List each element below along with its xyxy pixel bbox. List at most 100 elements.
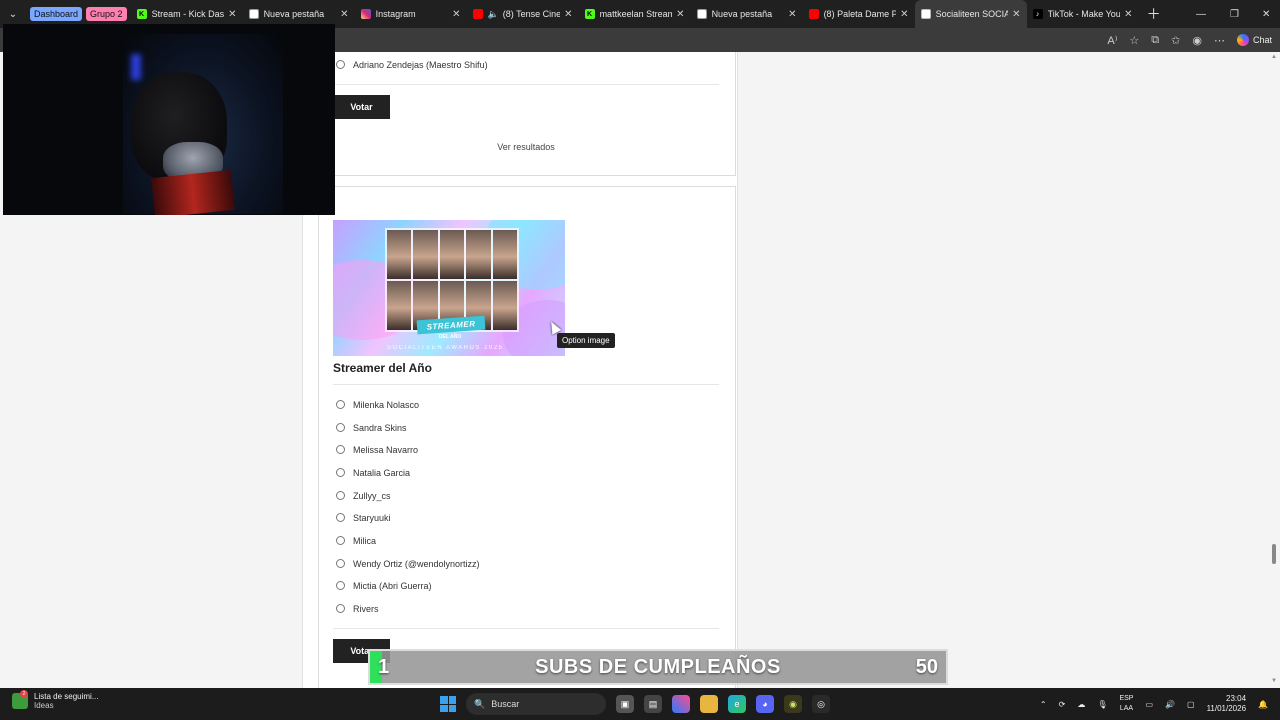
new-tab-plus-icon[interactable]: ＋ (1147, 4, 1161, 24)
scroll-up-icon[interactable]: ▲ (1271, 54, 1277, 60)
tab-instagram[interactable]: Instagram ✕ (355, 0, 467, 28)
window-close-icon[interactable]: ✕ (1262, 0, 1270, 28)
speaker-icon[interactable]: 🔈 (488, 9, 499, 20)
taskbar-search[interactable]: 🔍 Buscar (466, 693, 606, 715)
vote-button[interactable]: Votar (333, 95, 390, 119)
close-icon[interactable]: ✕ (340, 9, 348, 20)
nvidia-icon[interactable]: ◉ (784, 695, 802, 713)
option-label: Zullyy_cs (353, 491, 391, 501)
webcam-light (131, 54, 141, 80)
read-aloud-icon[interactable]: A⁾ (1107, 34, 1117, 47)
tab-title: Instagram (375, 9, 416, 19)
option-label: Sandra Skins (353, 423, 407, 433)
option-radio[interactable] (336, 491, 345, 500)
tab-tiktok[interactable]: ♪ TikTok - Make Your D ✕ (1027, 0, 1139, 28)
tab-group-grupo2[interactable]: Grupo 2 (86, 7, 127, 21)
close-icon[interactable]: ✕ (1124, 9, 1132, 20)
tab-group-dashboard[interactable]: Dashboard (30, 7, 83, 21)
windows-start-icon[interactable] (440, 696, 456, 712)
nominee-photo-grid (385, 228, 519, 332)
favorites-icon[interactable]: ✩ (1171, 34, 1180, 47)
option-radio[interactable] (336, 536, 345, 545)
option-label: Staryuuki (353, 513, 391, 523)
file-explorer-icon[interactable] (700, 695, 718, 713)
scroll-down-icon[interactable]: ▼ (1271, 678, 1277, 684)
instagram-icon (360, 9, 371, 19)
page-scrollbar[interactable]: ▲ ▼ (1268, 52, 1280, 688)
webcam-scarf (151, 169, 235, 215)
divider (333, 384, 719, 385)
discord-icon[interactable]: ◕ (756, 695, 774, 713)
option-radio[interactable] (336, 423, 345, 432)
chevron-up-icon[interactable]: ⌃ (1040, 700, 1047, 709)
option-radio[interactable] (336, 559, 345, 568)
onedrive-icon[interactable]: ☁ (1077, 700, 1085, 709)
option-image[interactable]: STREAMER DEL AÑO SOCIALITEEN AWARDS 2025 (333, 220, 565, 356)
clock-date: 11/01/2026 (1206, 704, 1247, 713)
kick-icon: K (584, 9, 595, 19)
option-radio[interactable] (336, 445, 345, 454)
option-label: Melissa Navarro (353, 445, 419, 455)
tiktok-icon: ♪ (1032, 9, 1043, 19)
sub-goal-overlay: 1 SUBS DE CUMPLEAÑOS 50 (368, 649, 948, 685)
language-code: ESP (1119, 695, 1134, 702)
store-icon[interactable]: ▤ (644, 695, 662, 713)
notifications-bell-icon[interactable]: 🔔 (1258, 700, 1268, 709)
more-options-icon[interactable]: ⋯ (1214, 34, 1225, 47)
option-radio[interactable] (336, 400, 345, 409)
microphone-icon[interactable]: 🎙 (1097, 700, 1107, 709)
close-icon[interactable]: ✕ (228, 9, 236, 20)
nominee-photo (492, 230, 517, 279)
language-indicator[interactable]: ESP LAA (1119, 694, 1133, 714)
widget-subtitle: Ideas (34, 701, 54, 710)
tab-tense-cinema[interactable]: 🔈 (8) Tense Cinema ✕ (467, 0, 579, 28)
network-icon[interactable]: ▭ (1145, 700, 1153, 709)
option-label: Milica (353, 536, 377, 546)
option-radio[interactable] (336, 513, 345, 522)
divider (333, 84, 719, 85)
copilot-chat-button[interactable]: Chat (1236, 34, 1272, 46)
volume-icon[interactable]: 🔊 (1165, 700, 1175, 709)
sync-icon[interactable]: ⟳ (1059, 700, 1066, 709)
close-icon[interactable]: ✕ (788, 9, 796, 20)
nominee-photo (387, 281, 412, 330)
close-icon[interactable]: ✕ (452, 9, 460, 20)
tab-title: Socialiteen SOCIALIT (935, 9, 1009, 19)
option-radio[interactable] (336, 468, 345, 477)
stocks-icon: 2 (12, 690, 28, 709)
edge-icon[interactable]: e (728, 695, 746, 713)
profile-avatar-icon[interactable]: ◉ (1192, 34, 1202, 47)
minimize-icon[interactable]: — (1196, 0, 1206, 28)
close-icon[interactable]: ✕ (1012, 9, 1020, 20)
clock[interactable]: 23:04 11/01/2026 (1207, 694, 1246, 714)
close-icon[interactable]: ✕ (900, 9, 908, 20)
tab-mattkeelan-stream[interactable]: K mattkeelan Stream - ✕ (579, 0, 691, 28)
nominee-photo (466, 230, 491, 279)
tab-paleta-dame[interactable]: (8) Paleta Dame Pale ✕ (803, 0, 915, 28)
tab-title: (8) Paleta Dame Pale (823, 9, 897, 19)
scroll-thumb[interactable] (1272, 544, 1276, 564)
battery-icon[interactable]: ▢ (1187, 700, 1195, 709)
tab-title: Nueva pestaña (711, 9, 773, 19)
restore-icon[interactable]: ❐ (1230, 0, 1239, 28)
copilot-app-icon[interactable] (672, 695, 690, 713)
option-radio[interactable] (336, 604, 345, 613)
option-radio[interactable] (336, 60, 345, 69)
close-icon[interactable]: ✕ (564, 9, 572, 20)
poll-title: Streamer del Año (333, 361, 432, 375)
divider (333, 628, 719, 629)
extensions-icon[interactable]: ⧉ (1151, 34, 1159, 47)
close-icon[interactable]: ✕ (676, 9, 684, 20)
taskbar-apps: 🔍 Buscar ▣ ▤ e ◕ ◉ ◎ (440, 693, 830, 715)
option-label: Rivers (353, 604, 379, 614)
favorite-star-icon[interactable]: ☆ (1129, 34, 1139, 47)
task-view-icon[interactable]: ▣ (616, 695, 634, 713)
view-results-link[interactable]: Ver resultados (333, 142, 719, 152)
tab-socialiteen[interactable]: Socialiteen SOCIALIT ✕ (914, 0, 1027, 28)
tab-title: mattkeelan Stream - (599, 9, 673, 19)
tab-nueva-pestana-2[interactable]: Nueva pestaña ✕ (691, 0, 803, 28)
option-radio[interactable] (336, 581, 345, 590)
option-image-tooltip: Option image (557, 333, 615, 348)
obs-icon[interactable]: ◎ (812, 695, 830, 713)
watchlist-widget[interactable]: 2 Lista de seguimi... Ideas (12, 690, 98, 710)
